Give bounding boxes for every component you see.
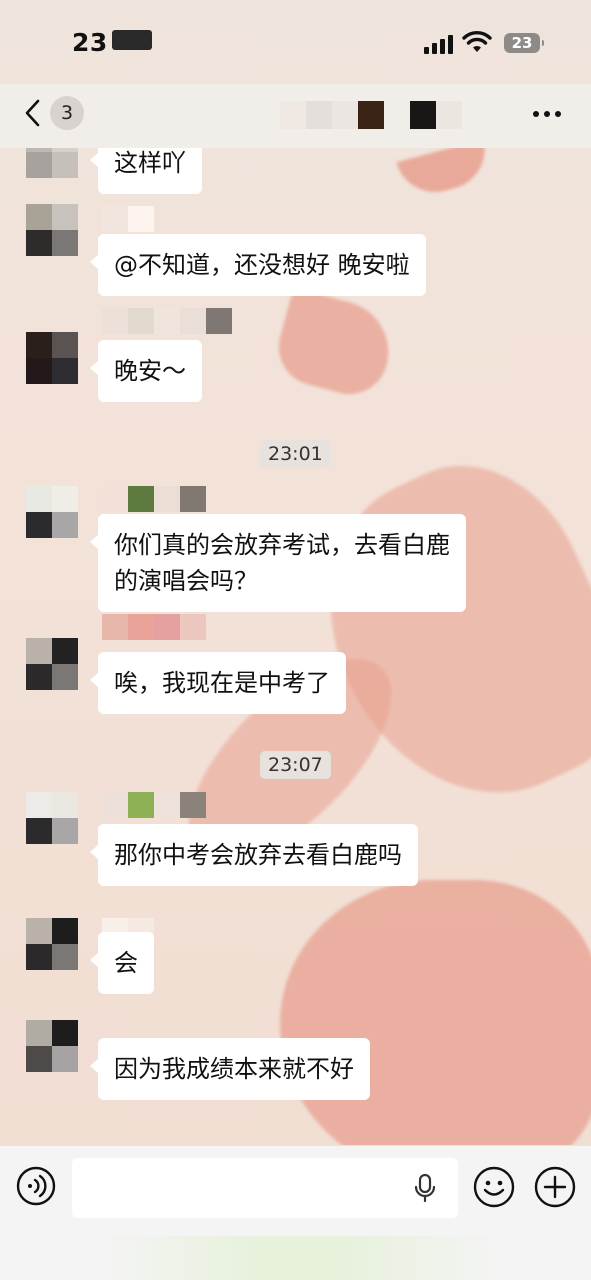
- avatar[interactable]: [26, 792, 78, 844]
- emoji-icon[interactable]: [473, 1166, 515, 1208]
- battery-icon: 23: [504, 33, 544, 53]
- microphone-icon[interactable]: [412, 1173, 438, 1203]
- timestamp: 23:01: [260, 440, 331, 468]
- message-bubble[interactable]: 晚安～: [90, 340, 202, 402]
- avatar[interactable]: [26, 148, 78, 178]
- chat-title-redacted: [280, 101, 462, 129]
- wifi-icon: [462, 31, 492, 52]
- message-bubble[interactable]: 因为我成绩本来就不好: [90, 1038, 370, 1100]
- sender-name-redacted: [102, 308, 232, 334]
- unread-count-badge[interactable]: 3: [50, 96, 84, 130]
- message-bubble[interactable]: @不知道，还没想好 晚安啦: [90, 234, 426, 296]
- avatar[interactable]: [26, 1020, 78, 1072]
- chevron-left-icon[interactable]: [20, 97, 48, 129]
- timestamp: 23:07: [260, 751, 331, 779]
- avatar[interactable]: [26, 204, 78, 256]
- cellular-signal-icon: [424, 34, 454, 54]
- avatar[interactable]: [26, 918, 78, 970]
- sender-name-redacted: [102, 792, 206, 818]
- keyboard-preview-strip: [100, 1236, 500, 1280]
- time-redaction: [112, 30, 152, 50]
- sender-name-redacted: [102, 486, 206, 512]
- message-bubble[interactable]: 唉，我现在是中考了: [90, 652, 346, 714]
- plus-icon[interactable]: [534, 1166, 576, 1208]
- message-bubble[interactable]: 那你中考会放弃去看白鹿吗: [90, 824, 418, 886]
- status-time: 23: [72, 28, 108, 57]
- more-horizontal-icon[interactable]: [532, 110, 562, 118]
- avatar[interactable]: [26, 638, 78, 690]
- sender-name-redacted: [102, 614, 206, 640]
- message-list[interactable]: 这样吖 @不知道，还没想好 晚安啦 晚安～ 23:01 你们真的会放弃考试，去看…: [0, 148, 591, 1145]
- status-bar: 23 23: [0, 0, 591, 84]
- voice-icon[interactable]: [16, 1166, 56, 1206]
- chat-header: 3: [0, 84, 591, 148]
- avatar[interactable]: [26, 332, 78, 384]
- message-bubble[interactable]: 你们真的会放弃考试，去看白鹿 的演唱会吗？: [90, 514, 466, 612]
- message-bubble[interactable]: 会: [90, 932, 154, 994]
- input-bar: [0, 1145, 591, 1280]
- message-bubble[interactable]: 这样吖: [90, 148, 202, 194]
- sender-name-redacted: [102, 206, 154, 232]
- message-input[interactable]: [72, 1158, 458, 1218]
- avatar[interactable]: [26, 486, 78, 538]
